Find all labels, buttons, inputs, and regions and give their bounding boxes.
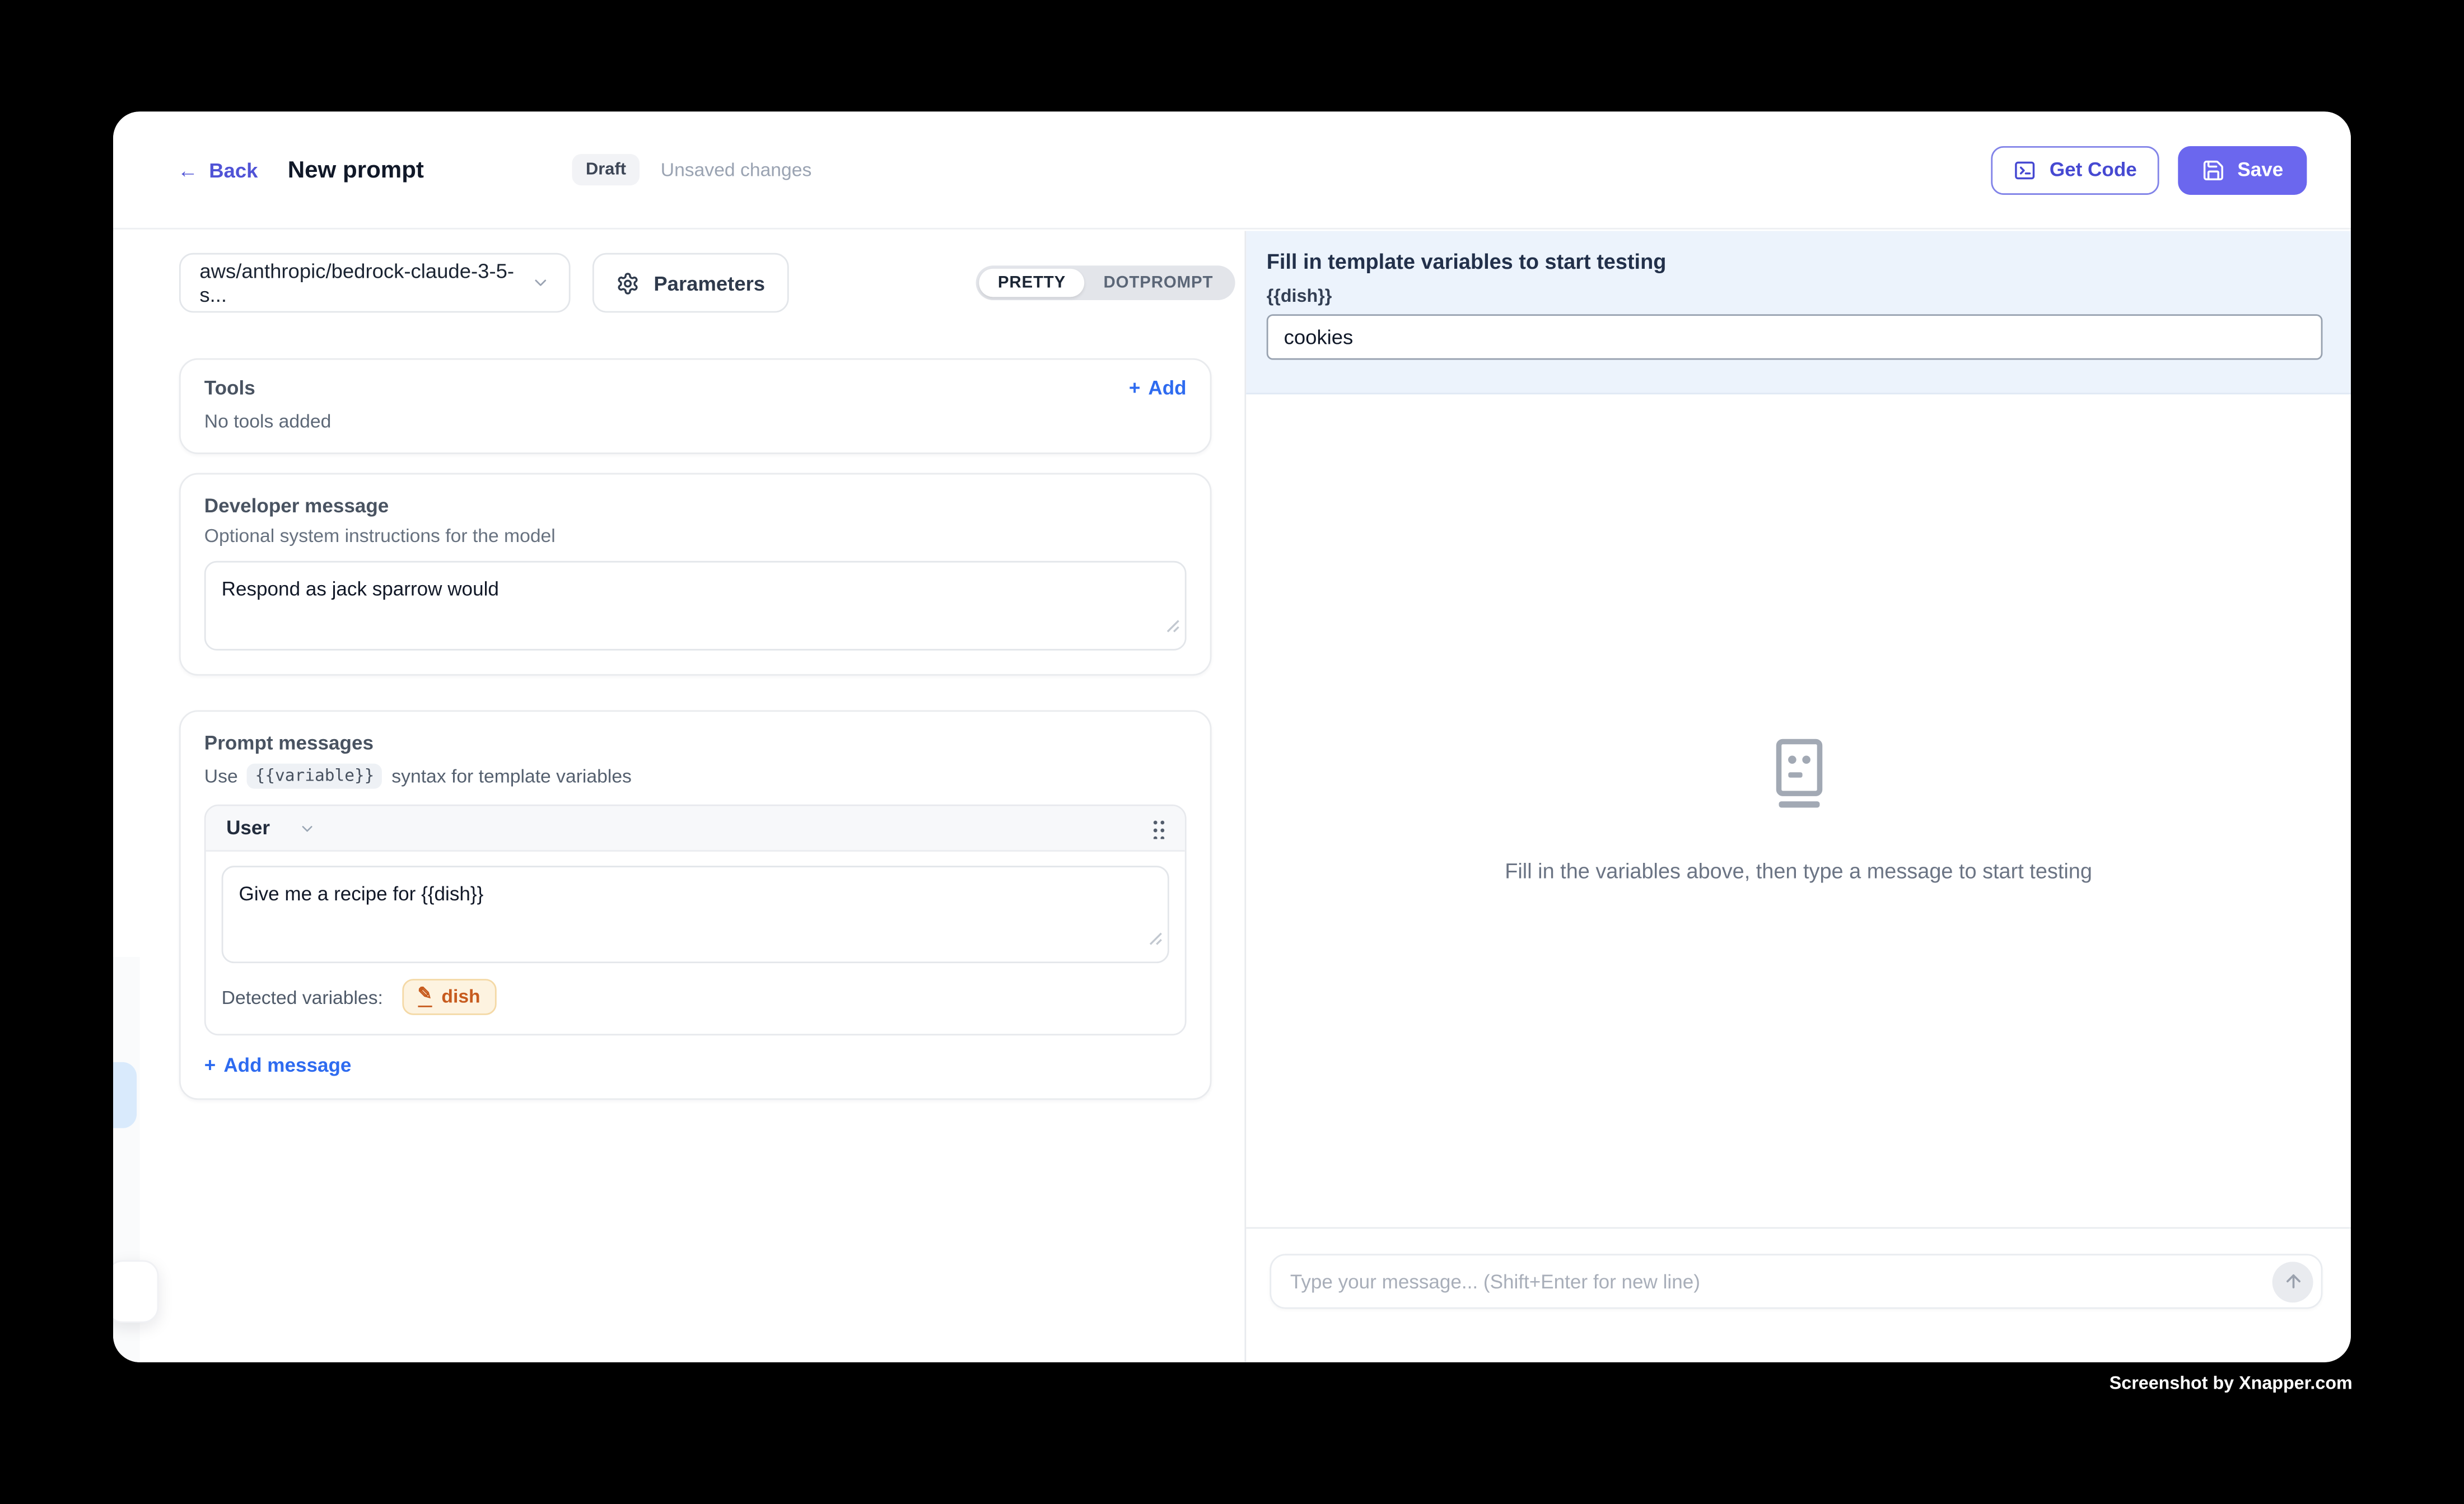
view-mode-toggle: PRETTY DOTPROMPT — [976, 265, 1235, 300]
model-toolbar-row: aws/anthropic/bedrock-claude-3-5-s... Pa… — [113, 231, 1244, 312]
hint-suffix: syntax for template variables — [391, 765, 632, 787]
model-select[interactable]: aws/anthropic/bedrock-claude-3-5-s... — [179, 253, 571, 313]
unsaved-changes-text: Unsaved changes — [661, 158, 812, 180]
variable-code-badge: {{variable}} — [248, 764, 382, 789]
model-select-value: aws/anthropic/bedrock-claude-3-5-s... — [199, 259, 531, 306]
dish-variable-input[interactable] — [1267, 314, 2323, 359]
get-code-label: Get Code — [2050, 158, 2137, 180]
bot-face-icon — [1764, 739, 1833, 819]
developer-message-input[interactable]: Respond as jack sparrow would — [204, 561, 1187, 651]
toggle-dotprompt[interactable]: DOTPROMPT — [1085, 269, 1232, 297]
editor-cards: Tools + Add No tools added Developer mes… — [179, 358, 1212, 1100]
back-arrow-icon: ← — [178, 158, 198, 181]
chat-message-input[interactable] — [1290, 1271, 2272, 1292]
parameters-label: Parameters — [654, 271, 765, 295]
plus-icon: + — [204, 1054, 216, 1076]
chevron-down-icon — [531, 273, 550, 292]
gear-icon — [616, 271, 640, 295]
tools-empty-text: No tools added — [204, 410, 1187, 432]
prompt-editor-panel: aws/anthropic/bedrock-claude-3-5-s... Pa… — [113, 231, 1244, 1362]
detected-variables-row: Detected variables: ✎ dish — [206, 963, 1185, 1034]
chevron-down-icon — [298, 819, 316, 837]
template-variables-band: Fill in template variables to start test… — [1246, 231, 2351, 394]
hint-prefix: Use — [204, 765, 238, 787]
dish-variable-label: {{dish}} — [1267, 288, 2323, 307]
user-message-input[interactable]: Give me a recipe for {{dish}} — [222, 866, 1169, 963]
toggle-pretty[interactable]: PRETTY — [979, 269, 1085, 297]
watermark-text: Screenshot by Xnapper.com — [2110, 1375, 2353, 1394]
save-label: Save — [2237, 158, 2283, 180]
add-message-button[interactable]: + Add message — [204, 1054, 1187, 1076]
sidebar-peek-active-item[interactable] — [113, 1062, 137, 1128]
variable-chip-dish[interactable]: ✎ dish — [402, 979, 496, 1015]
arrow-up-icon — [2283, 1271, 2303, 1291]
drag-handle-icon[interactable] — [1152, 817, 1164, 839]
screenshot-stage: ← Back New prompt Draft Unsaved changes … — [0, 0, 2464, 1503]
save-button[interactable]: Save — [2178, 146, 2307, 194]
message-body: Give me a recipe for {{dish}} — [206, 852, 1185, 963]
detected-variables-label: Detected variables: — [222, 986, 383, 1008]
developer-message-title: Developer message — [204, 495, 1187, 517]
developer-message-card: Developer message Optional system instru… — [179, 473, 1212, 676]
page-title: New prompt — [288, 156, 424, 183]
add-message-label: Add message — [223, 1054, 351, 1076]
get-code-button[interactable]: Get Code — [1991, 146, 2159, 194]
draft-status-badge: Draft — [572, 154, 641, 185]
chat-empty-state: Fill in the variables above, then type a… — [1246, 394, 2351, 1227]
variable-syntax-hint: Use {{variable}} syntax for template var… — [204, 764, 1187, 789]
test-panel: Fill in template variables to start test… — [1244, 231, 2351, 1362]
chat-input-area — [1246, 1227, 2351, 1362]
save-floppy-icon — [2201, 158, 2225, 181]
back-button[interactable]: ← Back — [178, 158, 258, 181]
tools-card: Tools + Add No tools added — [179, 358, 1212, 454]
tools-title: Tools — [204, 377, 255, 399]
prompt-messages-card: Prompt messages Use {{variable}} syntax … — [179, 710, 1212, 1100]
variable-chip-label: dish — [441, 985, 480, 1007]
back-label: Back — [209, 158, 258, 181]
role-label: User — [226, 817, 270, 839]
app-window: ← Back New prompt Draft Unsaved changes … — [113, 111, 2351, 1362]
message-block: User Give me a recipe for {{dish}} — [204, 805, 1187, 1035]
parameters-button[interactable]: Parameters — [592, 253, 788, 313]
sidebar-peek-card[interactable] — [113, 1260, 158, 1323]
message-role-header: User — [206, 806, 1185, 852]
header-bar: ← Back New prompt Draft Unsaved changes … — [113, 111, 2351, 229]
prompt-messages-title: Prompt messages — [204, 732, 1187, 754]
chat-empty-text: Fill in the variables above, then type a… — [1505, 860, 2092, 883]
plus-icon: + — [1129, 377, 1141, 399]
terminal-icon — [2013, 158, 2037, 181]
chat-input-box — [1270, 1254, 2322, 1309]
add-tool-button[interactable]: + Add — [1129, 377, 1187, 399]
pencil-icon: ✎ — [418, 986, 432, 1007]
add-tool-label: Add — [1148, 377, 1186, 399]
role-select[interactable]: User — [226, 817, 315, 839]
send-button[interactable] — [2272, 1261, 2313, 1302]
developer-message-subtitle: Optional system instructions for the mod… — [204, 525, 1187, 547]
test-panel-heading: Fill in template variables to start test… — [1267, 250, 2323, 273]
header-actions: Get Code Save — [1991, 146, 2307, 194]
